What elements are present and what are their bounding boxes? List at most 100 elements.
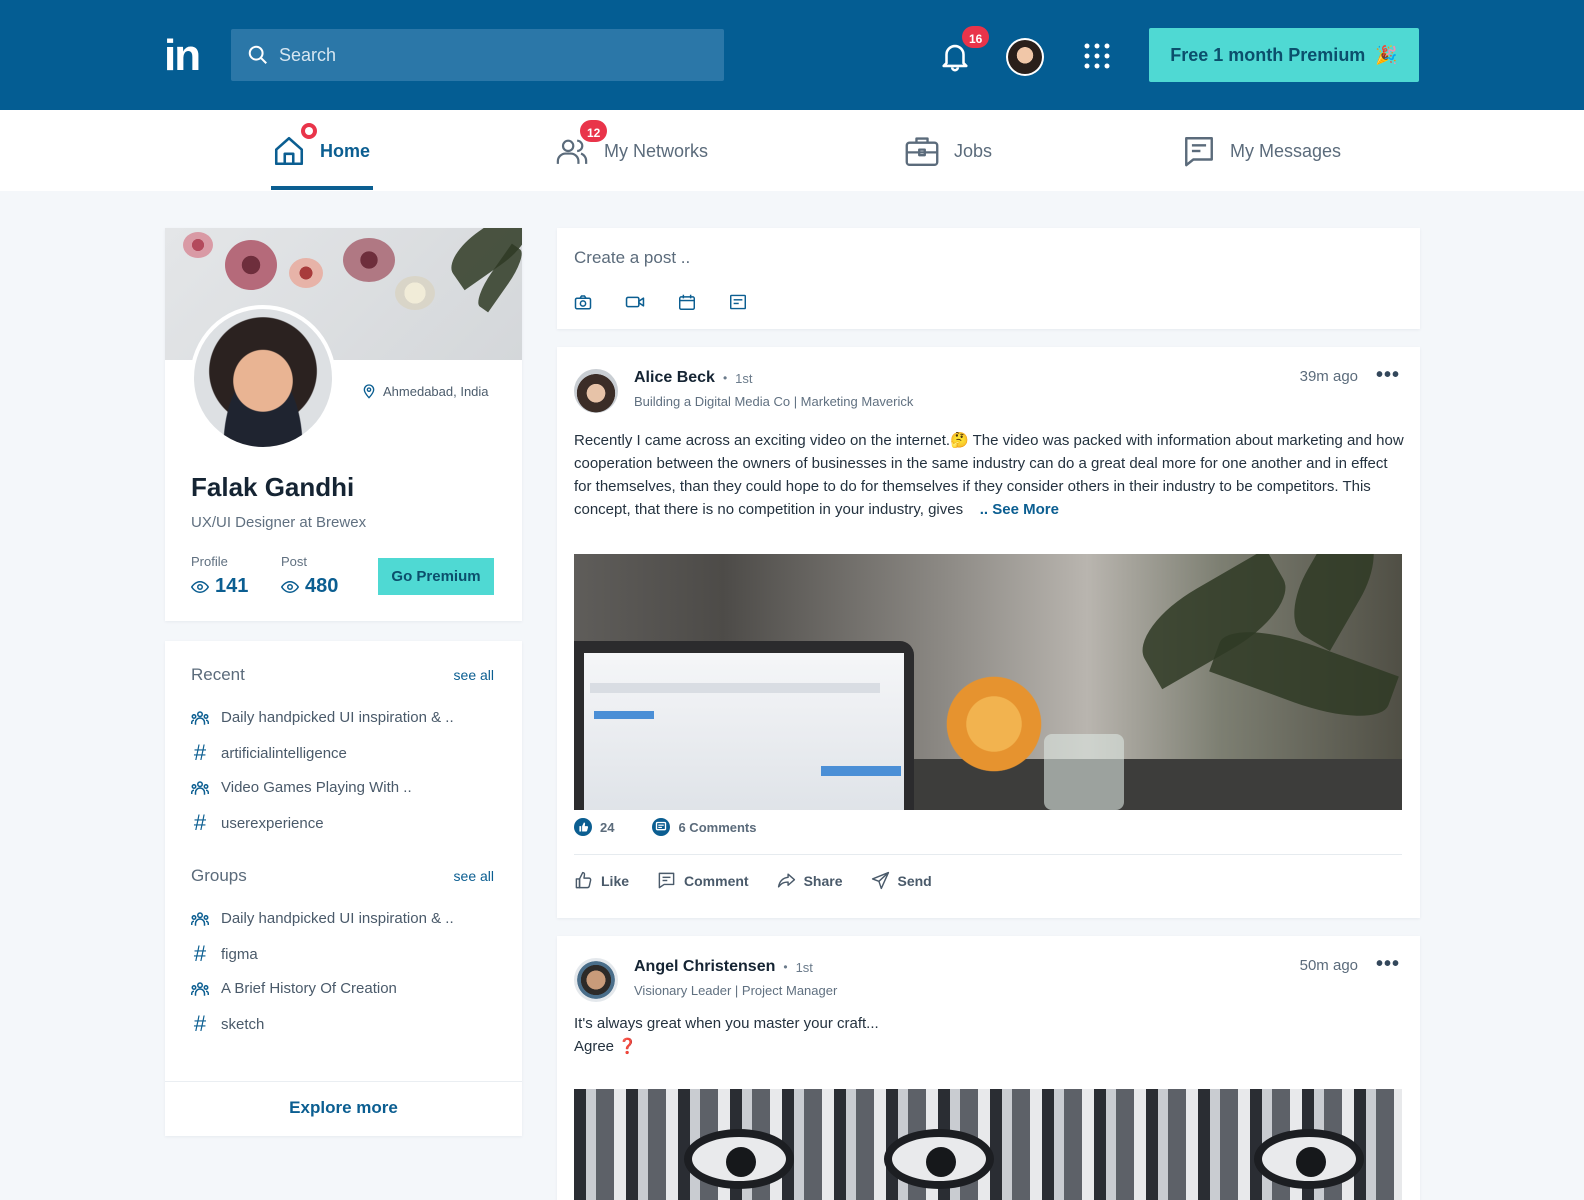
profile-photo[interactable]: [190, 305, 336, 451]
question-mark-icon: ❓: [618, 1038, 637, 1055]
search-input[interactable]: Search: [231, 29, 724, 81]
likes-count[interactable]: 24: [600, 820, 614, 835]
go-premium-button[interactable]: Go Premium: [378, 558, 494, 595]
post-image[interactable]: [574, 554, 1402, 810]
comments-count[interactable]: 6 Comments: [678, 820, 756, 835]
share-button[interactable]: Share: [777, 871, 843, 890]
eye-icon: [191, 580, 209, 594]
nav-my-networks-label: My Networks: [604, 140, 709, 161]
free-premium-button[interactable]: Free 1 month Premium 🎉: [1149, 28, 1419, 82]
separator-dot: •: [783, 960, 788, 974]
see-more-link[interactable]: .. See More: [980, 501, 1059, 518]
post-views-stat: Post 480: [281, 554, 338, 598]
recent-see-all-link[interactable]: see all: [454, 667, 494, 683]
group-icon: [191, 780, 209, 796]
send-label: Send: [897, 872, 932, 889]
thumbs-up-badge-icon: [574, 818, 592, 836]
author-avatar[interactable]: [574, 369, 618, 413]
post-timestamp: 39m ago: [1299, 368, 1358, 385]
video-icon[interactable]: [625, 294, 645, 310]
nav-jobs[interactable]: Jobs: [904, 134, 992, 168]
search-placeholder: Search: [279, 44, 337, 65]
like-label: Like: [601, 872, 630, 889]
like-button[interactable]: Like: [574, 871, 629, 890]
connection-degree: 1st: [735, 370, 753, 386]
separator-dot: •: [722, 371, 728, 385]
nav-my-messages-label: My Messages: [1230, 140, 1342, 161]
party-popper-icon: 🎉: [1375, 44, 1398, 65]
divider: [574, 854, 1402, 855]
profile-card: Ahmedabad, India Falak Gandhi UX/UI Desi…: [165, 228, 522, 621]
author-name[interactable]: Alice Beck: [634, 369, 715, 387]
recent-groups-card: Recent see all Daily handpicked UI inspi…: [165, 641, 522, 1136]
nav-home[interactable]: Home: [272, 120, 371, 168]
notifications-badge: 16: [962, 26, 990, 48]
user-avatar[interactable]: [1006, 38, 1044, 76]
nav-my-networks[interactable]: 12 My Networks: [554, 120, 709, 168]
hashtag-icon: #: [193, 810, 207, 835]
recent-item[interactable]: Video Games Playing With ..: [191, 779, 412, 796]
recent-item-label: userexperience: [221, 814, 324, 832]
send-icon: [871, 871, 890, 890]
comment-badge-icon: [652, 818, 671, 836]
post-text-line: It's always great when you master your c…: [574, 1015, 879, 1032]
camera-icon[interactable]: [574, 294, 592, 310]
active-tab-indicator: [271, 186, 373, 190]
post-body: Recently I came across an exciting video…: [574, 429, 1404, 521]
profile-name[interactable]: Falak Gandhi: [191, 472, 354, 503]
connection-degree: 1st: [795, 959, 813, 975]
group-icon: [191, 981, 209, 997]
author-name[interactable]: Angel Christensen: [634, 958, 775, 976]
more-options-icon[interactable]: •••: [1376, 365, 1400, 385]
share-icon: [777, 871, 796, 890]
group-item-label: Daily handpicked UI inspiration & ..: [221, 910, 454, 927]
message-icon: [1182, 134, 1216, 168]
author-headline: Building a Digital Media Co | Marketing …: [634, 394, 914, 409]
create-post-input[interactable]: Create a post ..: [574, 248, 690, 268]
profile-views-stat: Profile 141: [191, 554, 248, 598]
author-headline: Visionary Leader | Project Manager: [634, 983, 838, 998]
notifications-button[interactable]: 16: [938, 26, 990, 74]
hashtag-icon: #: [193, 1011, 207, 1036]
thumbs-up-icon: [574, 871, 593, 890]
nav-home-label: Home: [320, 140, 371, 161]
divider: [165, 1081, 522, 1082]
group-item-label: sketch: [221, 1015, 265, 1033]
stat-label: Profile: [191, 554, 228, 569]
location-text: Ahmedabad, India: [383, 383, 489, 399]
calendar-icon[interactable]: [678, 294, 696, 310]
group-item[interactable]: A Brief History Of Creation: [191, 980, 397, 997]
group-item[interactable]: Daily handpicked UI inspiration & ..: [191, 910, 454, 927]
feed-post: Alice Beck • 1st Building a Digital Medi…: [557, 347, 1420, 918]
group-item[interactable]: # figma: [191, 941, 258, 966]
group-item-label: figma: [221, 945, 258, 963]
linkedin-logo[interactable]: in: [164, 34, 201, 78]
hashtag-icon: #: [193, 941, 207, 966]
explore-more-link[interactable]: Explore more: [165, 1098, 522, 1118]
post-timestamp: 50m ago: [1299, 957, 1358, 974]
post-body: It's always great when you master your c…: [574, 1012, 879, 1058]
group-icon: [191, 911, 209, 927]
stat-label: Post: [281, 554, 308, 569]
recent-item[interactable]: # userexperience: [191, 810, 324, 835]
author-avatar[interactable]: [574, 958, 618, 1002]
post-text-line: Agree: [574, 1038, 615, 1055]
article-icon[interactable]: [729, 294, 747, 310]
recent-item[interactable]: Daily handpicked UI inspiration & ..: [191, 709, 454, 726]
feed-post: Angel Christensen • 1st Visionary Leader…: [557, 936, 1420, 1200]
post-image[interactable]: [574, 1089, 1402, 1200]
apps-grid-icon[interactable]: [1083, 42, 1111, 70]
main-nav: Home 12 My Networks Jobs My Messages: [0, 110, 1584, 191]
send-button[interactable]: Send: [871, 871, 932, 890]
location-pin-icon: [361, 382, 377, 400]
recent-item-label: Daily handpicked UI inspiration & ..: [221, 709, 454, 726]
comment-button[interactable]: Comment: [657, 871, 749, 890]
groups-see-all-link[interactable]: see all: [454, 868, 494, 884]
more-options-icon[interactable]: •••: [1376, 954, 1400, 974]
stat-value: 141: [215, 575, 249, 597]
group-item[interactable]: # sketch: [191, 1011, 265, 1036]
eye-icon: [281, 580, 299, 594]
recent-item[interactable]: # artificialintelligence: [191, 742, 347, 764]
nav-my-messages[interactable]: My Messages: [1182, 134, 1341, 168]
share-label: Share: [803, 872, 843, 889]
